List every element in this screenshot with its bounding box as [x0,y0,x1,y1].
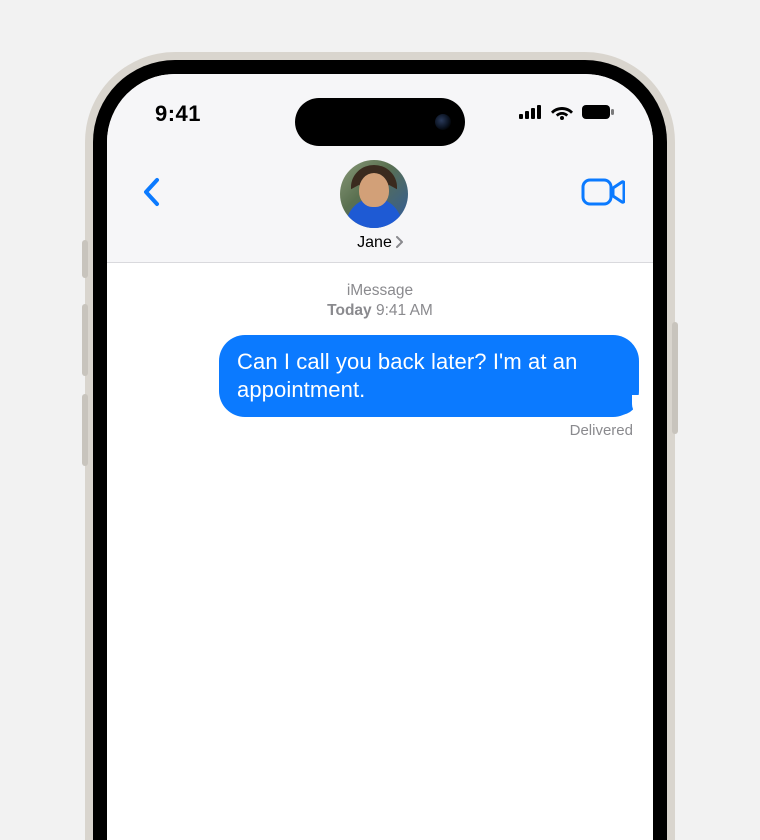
chevron-right-icon [395,236,403,251]
wifi-icon [551,104,573,125]
video-icon [581,178,625,211]
chevron-left-icon [142,177,160,212]
timestamp-day: Today [327,302,372,319]
front-camera [435,114,451,130]
product-image-frame: 9:41 [0,0,760,840]
volume-up-button [82,304,88,376]
cellular-icon [519,105,543,124]
message-thread[interactable]: iMessage Today 9:41 AM Can I call you ba… [107,263,653,840]
status-icons [519,104,615,125]
facetime-video-button[interactable] [577,174,629,214]
outgoing-message-row: Can I call you back later? I'm at an app… [121,335,639,417]
phone-screen: 9:41 [107,74,653,840]
message-bubble[interactable]: Can I call you back later? I'm at an app… [219,335,639,417]
delivery-status: Delivered [121,422,633,439]
side-button [672,322,678,434]
bubble-tail [622,395,644,415]
iphone-device-frame: 9:41 [85,52,675,840]
volume-down-button [82,394,88,466]
conversation-header: Jane [107,154,653,263]
back-button[interactable] [131,174,171,214]
thread-timestamp: iMessage Today 9:41 AM [121,281,639,321]
phone-bezel: 9:41 [93,60,667,840]
message-text: Can I call you back later? I'm at an app… [237,349,577,402]
dynamic-island [295,98,465,146]
battery-icon [581,104,615,125]
mute-switch [82,240,88,278]
contact-avatar[interactable] [340,160,408,228]
status-time: 9:41 [155,101,201,127]
service-label: iMessage [121,281,639,301]
contact-name-button[interactable]: Jane [357,234,403,252]
timestamp-time: 9:41 AM [376,302,433,319]
contact-name: Jane [357,234,392,252]
